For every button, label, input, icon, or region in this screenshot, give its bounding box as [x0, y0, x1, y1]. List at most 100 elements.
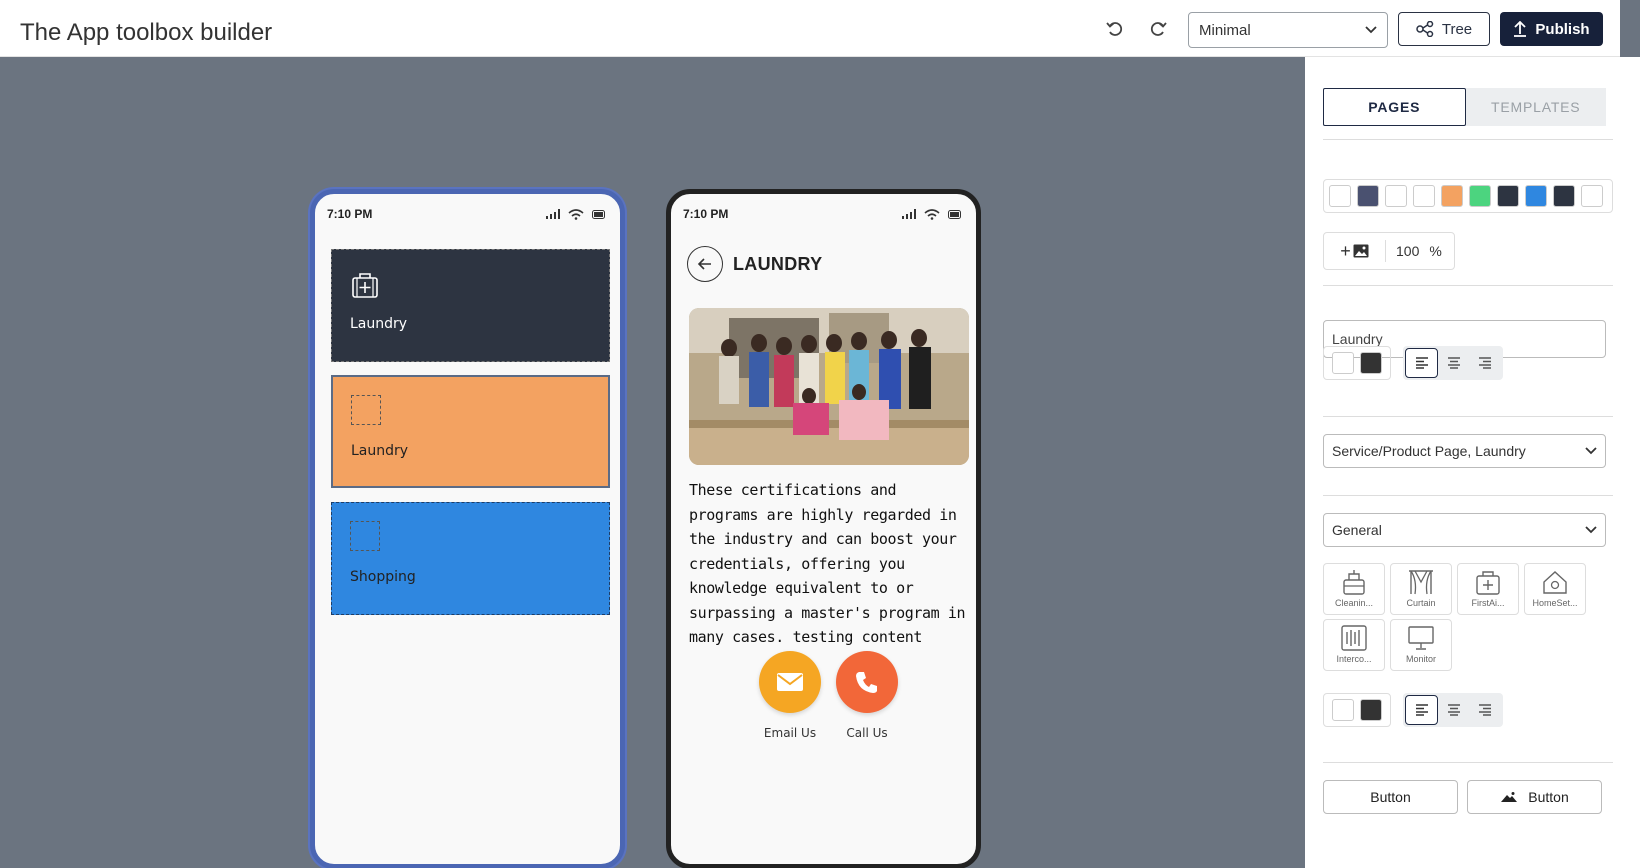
align-left-icon [1415, 704, 1428, 716]
align-right-icon [1479, 357, 1492, 369]
add-image-button[interactable]: + [1324, 240, 1386, 262]
divider [1323, 139, 1613, 140]
wifi-icon [568, 208, 584, 220]
icon-option-homesettings[interactable]: HomeSet... [1524, 563, 1586, 615]
icon-option-cleaning[interactable]: Cleanin... [1323, 563, 1385, 615]
tile-laundry-orange[interactable]: Laundry [331, 375, 610, 488]
phone-preview-home[interactable]: 7:10 PM Laundry Laundry Shopping [310, 189, 625, 868]
battery-icon [592, 209, 605, 219]
tile-label: Shopping [350, 569, 416, 585]
app-title: The App toolbox builder [20, 19, 273, 46]
page-body-text: These certifications and programs are hi… [689, 481, 966, 646]
image-scale-value[interactable]: 100 [1386, 243, 1419, 259]
page-heading: LAUNDRY [733, 254, 823, 274]
text-color-swatch[interactable] [1332, 352, 1354, 374]
icon-category-value: General [1332, 522, 1382, 538]
divider [1323, 285, 1613, 286]
icon-option-firstaid[interactable]: FirstAi... [1457, 563, 1519, 615]
divider [1323, 762, 1613, 763]
palette-swatch[interactable] [1413, 185, 1435, 207]
icon-option-monitor[interactable]: Monitor [1390, 619, 1452, 671]
add-button-button[interactable]: Button [1323, 780, 1458, 814]
first-aid-kit-icon [352, 273, 378, 298]
email-us-label: Email Us [763, 726, 817, 740]
palette-swatch[interactable] [1329, 185, 1351, 207]
undo-icon[interactable] [1102, 16, 1128, 42]
theme-select-value: Minimal [1199, 21, 1251, 39]
align-right-button[interactable] [1470, 348, 1501, 378]
icon-category-select[interactable]: General [1323, 513, 1606, 547]
top-header: The App toolbox builder Minimal Tree Pub… [0, 0, 1620, 57]
image-scale-unit: % [1429, 243, 1442, 259]
icon-fg-color-swatch[interactable] [1332, 699, 1354, 721]
status-time: 7:10 PM [683, 207, 729, 221]
align-right-icon [1479, 704, 1492, 716]
align-center-icon [1447, 704, 1460, 716]
tree-icon [1416, 21, 1434, 37]
tree-button[interactable]: Tree [1398, 12, 1490, 46]
chevron-down-icon [1585, 447, 1597, 455]
arrow-left-icon [697, 258, 711, 270]
signal-icon [902, 209, 916, 219]
page-type-value: Service/Product Page, Laundry [1332, 443, 1526, 459]
divider [1323, 416, 1613, 417]
bg-color-swatch[interactable] [1360, 352, 1382, 374]
tile-shopping[interactable]: Shopping [331, 502, 610, 615]
status-bar: 7:10 PM [327, 206, 606, 222]
divider [1323, 495, 1613, 496]
align-left-icon [1415, 357, 1428, 369]
image-placeholder-icon [350, 521, 380, 551]
upload-icon [1514, 21, 1527, 37]
phone-icon [856, 672, 877, 693]
cleaning-icon [1343, 570, 1365, 595]
publish-button[interactable]: Publish [1500, 12, 1603, 46]
align-right-button[interactable] [1470, 695, 1501, 725]
palette-swatch[interactable] [1385, 185, 1407, 207]
palette-swatch[interactable] [1497, 185, 1519, 207]
align-center-button[interactable] [1438, 695, 1469, 725]
redo-icon[interactable] [1145, 16, 1171, 42]
background-image-control: + 100 % [1323, 232, 1455, 270]
title-alignment [1403, 346, 1503, 380]
battery-icon [948, 209, 961, 219]
palette-swatch[interactable] [1469, 185, 1491, 207]
monitor-icon [1408, 626, 1434, 650]
palette-swatch[interactable] [1553, 185, 1575, 207]
image-icon [1353, 244, 1369, 258]
intercom-icon [1341, 625, 1367, 651]
panel-tabs: PAGES TEMPLATES [1323, 88, 1606, 126]
add-image-button-button[interactable]: Button [1467, 780, 1602, 814]
phone-preview-laundry[interactable]: 7:10 PM LAUNDRY These certifications and… [666, 189, 981, 868]
signal-icon [546, 209, 560, 219]
title-color-picker [1323, 346, 1391, 380]
palette-swatch[interactable] [1357, 185, 1379, 207]
icon-color-picker [1323, 693, 1391, 727]
chevron-down-icon [1585, 526, 1597, 534]
page-type-select[interactable]: Service/Product Page, Laundry [1323, 434, 1606, 468]
align-center-button[interactable] [1438, 348, 1469, 378]
color-palette [1323, 179, 1613, 213]
tile-laundry-dark[interactable]: Laundry [331, 249, 610, 362]
add-image-button-label: Button [1528, 789, 1569, 805]
tab-pages[interactable]: PAGES [1323, 88, 1466, 126]
palette-swatch[interactable] [1525, 185, 1547, 207]
align-left-button[interactable] [1405, 348, 1439, 378]
tab-templates[interactable]: TEMPLATES [1466, 88, 1607, 126]
hero-group-photo [689, 308, 969, 465]
icon-option-intercom[interactable]: Interco... [1323, 619, 1385, 671]
icon-option-curtain[interactable]: Curtain [1390, 563, 1452, 615]
palette-swatch[interactable] [1441, 185, 1463, 207]
email-us-button[interactable] [759, 651, 821, 713]
tile-label: Laundry [351, 443, 409, 459]
curtain-icon [1409, 570, 1433, 595]
wifi-icon [924, 208, 940, 220]
publish-button-label: Publish [1535, 20, 1590, 38]
palette-swatch[interactable] [1581, 185, 1603, 207]
call-us-button[interactable] [836, 651, 898, 713]
back-button[interactable] [687, 246, 723, 282]
theme-select[interactable]: Minimal [1188, 12, 1388, 48]
icon-bg-color-swatch[interactable] [1360, 699, 1382, 721]
align-left-button[interactable] [1405, 695, 1439, 725]
envelope-icon [777, 673, 803, 691]
add-button-label: Button [1370, 789, 1411, 805]
